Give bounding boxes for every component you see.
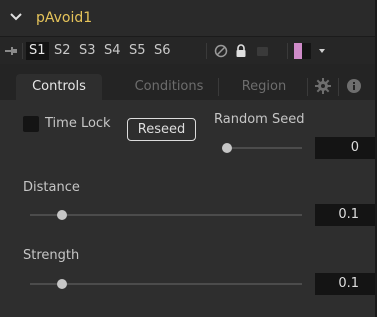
- slot-button-s6[interactable]: S6: [151, 42, 174, 60]
- tab-divider: [307, 78, 308, 96]
- tab-divider: [218, 78, 219, 96]
- info-icon[interactable]: [345, 77, 363, 95]
- node-header: pAvoid1: [0, 0, 377, 36]
- random-seed-label: Random Seed: [214, 112, 305, 127]
- slot-button-s1[interactable]: S1: [26, 42, 49, 60]
- swatch-fill: [302, 43, 311, 59]
- toolbar-divider: [22, 43, 23, 59]
- toolbar-divider: [206, 43, 207, 59]
- reseed-button[interactable]: Reseed: [127, 118, 196, 141]
- toolbar-divider: [287, 43, 288, 59]
- inspector-tabs: Controls Conditions Region: [0, 64, 377, 100]
- chevron-down-icon[interactable]: [8, 8, 24, 24]
- pin-icon[interactable]: [4, 44, 18, 58]
- time-lock-label: Time Lock: [45, 116, 111, 131]
- disable-icon[interactable]: [213, 43, 229, 59]
- color-dropdown-caret-icon[interactable]: [319, 49, 325, 53]
- tab-region[interactable]: Region: [234, 74, 294, 100]
- random-seed-slider-track[interactable]: [222, 147, 302, 149]
- random-seed-value-field[interactable]: 0: [315, 137, 377, 159]
- time-lock-checkbox[interactable]: [23, 116, 39, 132]
- strength-slider-handle[interactable]: [57, 279, 67, 289]
- node-color-swatch[interactable]: [294, 43, 311, 59]
- strength-value-field[interactable]: 0.1: [315, 273, 377, 295]
- random-seed-slider-handle[interactable]: [222, 143, 232, 153]
- distance-value-field[interactable]: 0.1: [315, 204, 377, 226]
- slot-button-s5[interactable]: S5: [126, 42, 149, 60]
- node-title: pAvoid1: [36, 10, 93, 26]
- lock-icon[interactable]: [233, 43, 249, 59]
- swatch-fill: [294, 43, 302, 59]
- controls-panel: Time Lock Reseed Random Seed 0 Distance …: [0, 100, 377, 317]
- passthrough-icon[interactable]: [254, 43, 270, 59]
- distance-label: Distance: [23, 180, 80, 195]
- slot-button-s3[interactable]: S3: [76, 42, 99, 60]
- distance-slider-track[interactable]: [30, 214, 302, 216]
- tab-conditions[interactable]: Conditions: [116, 74, 222, 100]
- tab-controls[interactable]: Controls: [16, 74, 102, 100]
- distance-slider-handle[interactable]: [57, 210, 67, 220]
- slot-toolbar: S1 S2 S3 S4 S5 S6: [0, 36, 377, 64]
- strength-slider-track[interactable]: [30, 283, 302, 285]
- slot-button-s2[interactable]: S2: [51, 42, 74, 60]
- tab-divider: [338, 78, 339, 96]
- gear-icon[interactable]: [314, 77, 332, 95]
- strength-label: Strength: [23, 248, 80, 263]
- slot-button-s4[interactable]: S4: [101, 42, 124, 60]
